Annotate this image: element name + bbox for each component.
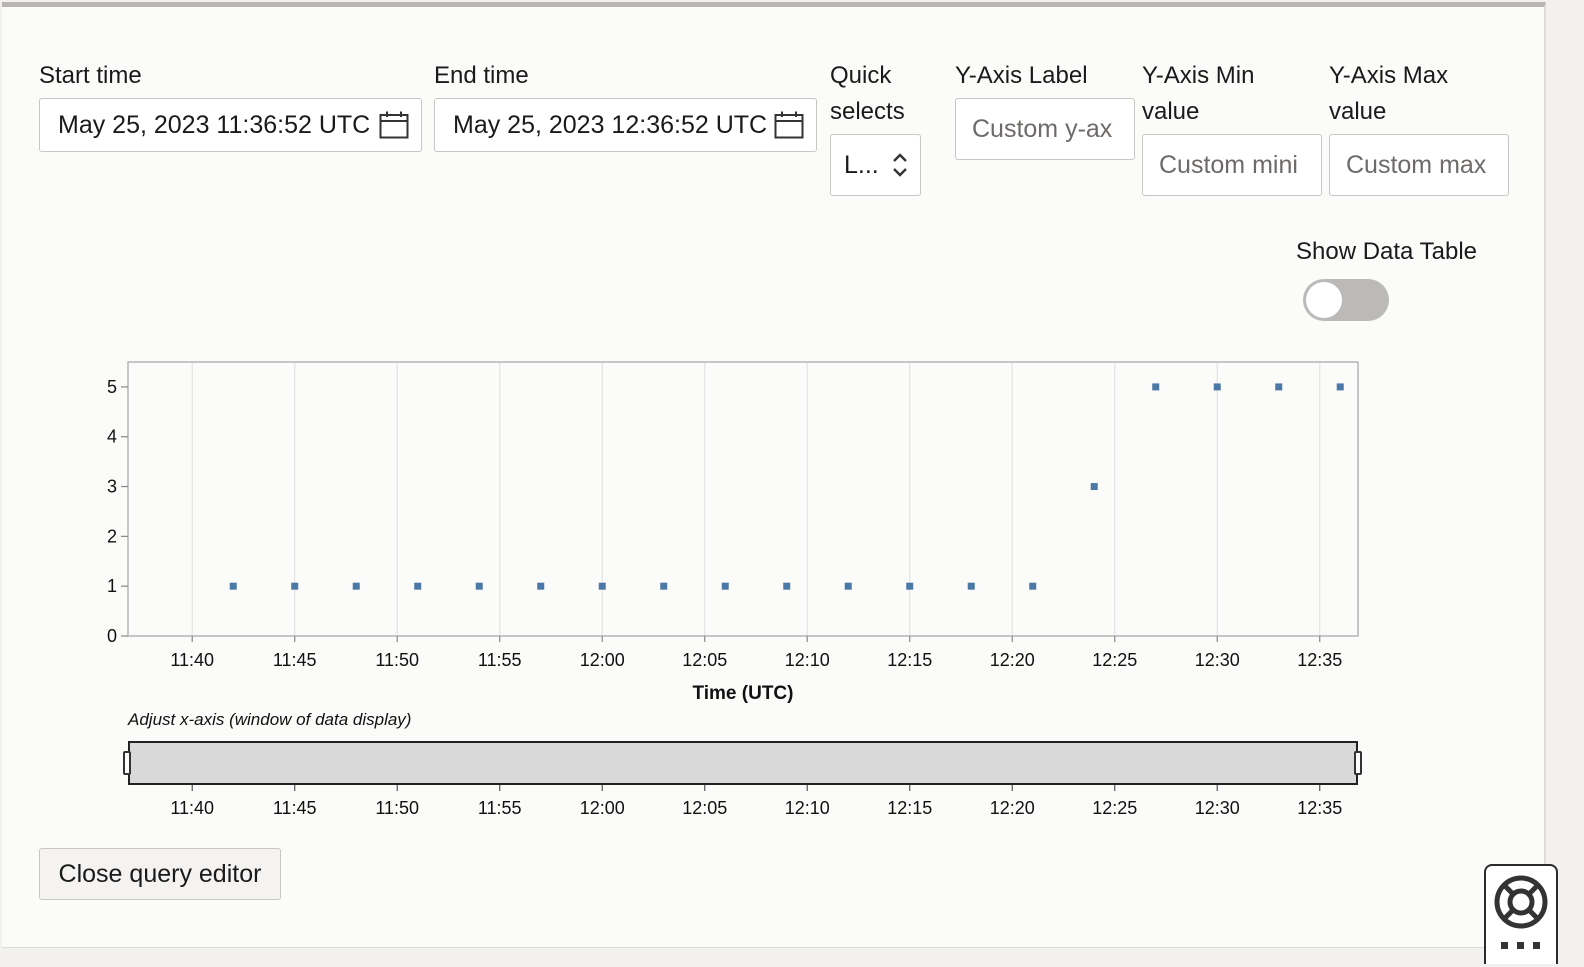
end-time-value: May 25, 2023 12:36:52 UTC [453, 110, 768, 139]
data-point [537, 582, 545, 590]
y-tick-label: 2 [107, 526, 117, 546]
data-point [783, 582, 791, 590]
brush-x-tick-label: 12:20 [990, 798, 1035, 818]
x-tick-label: 11:55 [478, 650, 522, 670]
x-axis-title: Time (UTC) [693, 683, 794, 704]
brush-x-axis: 11:40 11:45 11:50 11:55 12:00 12:05 12:10 12:15… [170, 785, 1342, 818]
x-tick-label: 12:05 [682, 650, 727, 670]
help-widget[interactable] [1484, 864, 1558, 964]
brush-x-tick-label: 12:15 [887, 798, 932, 818]
data-point [1213, 383, 1221, 391]
x-tick-label: 12:20 [990, 650, 1035, 670]
y-axis-label-title: Y-Axis Label [955, 62, 1088, 89]
end-time-field[interactable]: May 25, 2023 12:36:52 UTC [434, 98, 817, 152]
quick-selects-label: Quick selects [830, 62, 905, 125]
y-axis-max-input[interactable] [1329, 134, 1509, 196]
brush-x-tick-label: 12:00 [580, 798, 625, 818]
y-tick-label: 3 [107, 477, 117, 497]
data-point [1275, 383, 1283, 391]
data-points [229, 383, 1344, 590]
data-point [967, 582, 975, 590]
lifebuoy-icon [1494, 875, 1548, 949]
brush-x-tick-label: 12:35 [1297, 798, 1342, 818]
y-axis-max-title: Y-Axis Max value [1329, 62, 1449, 125]
x-tick-label: 12:10 [785, 650, 830, 670]
data-point [229, 582, 237, 590]
x-tick-label: 11:40 [170, 650, 214, 670]
data-point [598, 582, 606, 590]
data-point [844, 582, 852, 590]
brush-right-handle[interactable] [1354, 751, 1362, 775]
y-axis-label-input[interactable] [955, 98, 1135, 160]
data-point [352, 582, 360, 590]
x-axis: 11:40 11:45 11:50 11:55 12:00 12:05 12:10 12:15… [170, 636, 1342, 670]
show-data-table-toggle[interactable] [1303, 279, 1389, 321]
brush-x-tick-label: 11:45 [273, 798, 317, 818]
brush-x-tick-label: 12:10 [785, 798, 830, 818]
show-data-table-label: Show Data Table [1296, 238, 1478, 265]
toggle-knob [1306, 282, 1342, 318]
x-tick-label: 12:35 [1297, 650, 1342, 670]
vertical-grid [191, 362, 1321, 636]
x-tick-label: 12:30 [1195, 650, 1240, 670]
y-axis-min-title: Y-Axis Min value [1142, 62, 1255, 125]
data-point [1336, 383, 1344, 391]
brush-x-tick-label: 12:30 [1195, 798, 1240, 818]
y-tick-label: 0 [107, 626, 117, 646]
y-tick-label: 4 [107, 427, 117, 447]
data-point [721, 582, 729, 590]
start-time-value: May 25, 2023 11:36:52 UTC [58, 110, 371, 139]
x-tick-label: 11:45 [273, 650, 317, 670]
brush-x-tick-label: 11:50 [375, 798, 419, 818]
data-point [1090, 483, 1098, 491]
data-point [291, 582, 299, 590]
updown-chevron-icon [893, 153, 907, 177]
brush-left-handle[interactable] [123, 751, 131, 775]
calendar-icon[interactable] [379, 111, 409, 139]
brush-caption: Adjust x-axis (window of data display) [127, 710, 411, 729]
data-point [414, 582, 422, 590]
start-time-field[interactable]: May 25, 2023 11:36:52 UTC [39, 98, 422, 152]
x-tick-label: 11:50 [375, 650, 419, 670]
x-axis-window-brush[interactable] [128, 741, 1358, 785]
y-axis: 0 1 2 3 4 5 [107, 377, 128, 646]
x-tick-label: 12:15 [887, 650, 932, 670]
query-editor-panel: Start time May 25, 2023 11:36:52 UTC End… [2, 2, 1546, 948]
x-tick-label: 12:00 [580, 650, 625, 670]
data-point [1029, 582, 1037, 590]
plot-frame [127, 361, 1359, 637]
brush-x-tick-label: 11:40 [170, 798, 214, 818]
close-query-editor-button[interactable]: Close query editor [39, 848, 281, 900]
quick-selects-value: L... [844, 150, 879, 179]
data-point [1152, 383, 1160, 391]
x-tick-label: 12:25 [1092, 650, 1137, 670]
data-point [475, 582, 483, 590]
y-axis-min-input[interactable] [1142, 134, 1322, 196]
end-time-label: End time [434, 62, 529, 89]
brush-x-tick-label: 12:25 [1092, 798, 1137, 818]
y-tick-label: 1 [107, 576, 117, 596]
data-point [660, 582, 668, 590]
y-tick-label: 5 [107, 377, 117, 397]
calendar-icon[interactable] [774, 111, 804, 139]
start-time-label: Start time [39, 62, 142, 89]
data-point [906, 582, 914, 590]
quick-selects-dropdown[interactable]: L... [830, 134, 921, 196]
brush-x-tick-label: 12:05 [682, 798, 727, 818]
brush-x-tick-label: 11:55 [478, 798, 522, 818]
